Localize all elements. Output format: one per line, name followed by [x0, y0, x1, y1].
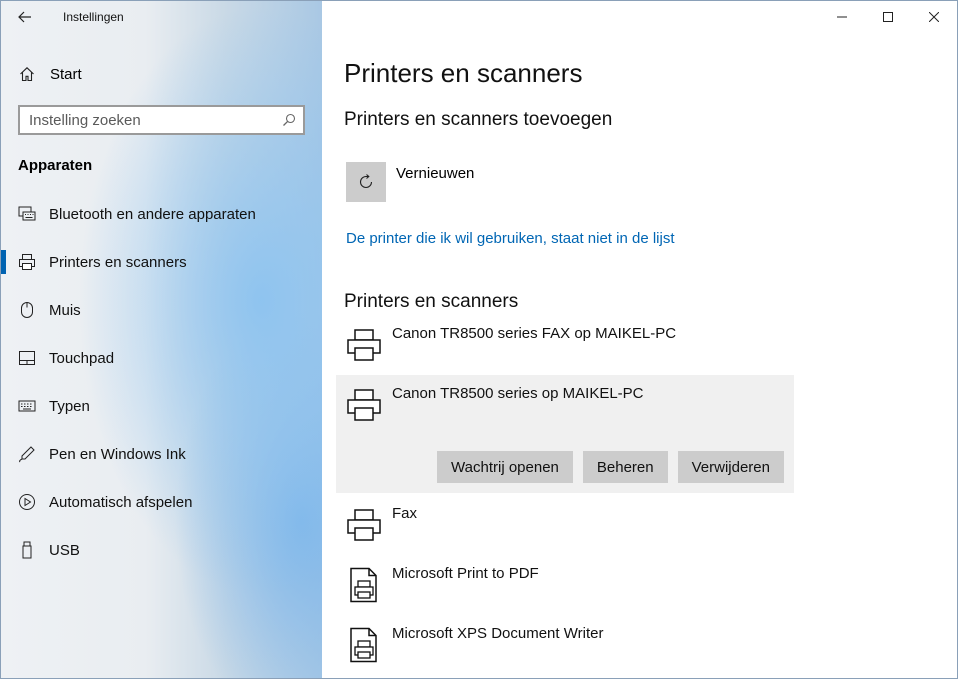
device-item[interactable]: Microsoft XPS Document Writer: [336, 615, 794, 673]
device-item-selected[interactable]: Canon TR8500 series op MAIKEL-PC Wachtri…: [336, 375, 794, 493]
printer-icon: [17, 253, 37, 271]
add-section-title: Printers en scanners toevoegen: [344, 109, 613, 130]
list-section-title: Printers en scanners: [344, 291, 519, 312]
back-button[interactable]: [1, 1, 49, 33]
refresh-tile[interactable]: [346, 162, 386, 202]
nav-home-label: Start: [50, 65, 82, 83]
title-bar: Instellingen: [1, 1, 322, 33]
sidebar-item-label: Typen: [49, 397, 90, 415]
sidebar-item-pen[interactable]: Pen en Windows Ink: [1, 430, 322, 478]
keyboard-display-icon: [17, 206, 37, 222]
sidebar-item-autoplay[interactable]: Automatisch afspelen: [1, 478, 322, 526]
search-input[interactable]: [20, 111, 270, 129]
keyboard-icon: [17, 400, 37, 412]
back-arrow-icon: [18, 11, 31, 23]
device-item[interactable]: Canon TR8500 series FAX op MAIKEL-PC: [336, 315, 794, 373]
device-name: Microsoft Print to PDF: [392, 565, 539, 582]
home-icon: [17, 66, 37, 82]
device-name: Canon TR8500 series op MAIKEL-PC: [392, 385, 644, 402]
sidebar-item-label: Pen en Windows Ink: [49, 445, 186, 463]
sidebar-item-usb[interactable]: USB: [1, 526, 322, 574]
search-icon[interactable]: [282, 113, 296, 132]
sidebar-item-label: Printers en scanners: [49, 253, 187, 271]
missing-printer-link[interactable]: De printer die ik wil gebruiken, staat n…: [346, 230, 675, 247]
sidebar-item-label: Muis: [49, 301, 81, 319]
sidebar-item-typing[interactable]: Typen: [1, 382, 322, 430]
printer-icon: [346, 505, 382, 545]
document-printer-icon: [346, 625, 382, 665]
device-item[interactable]: Fax: [336, 495, 794, 553]
app-title: Instellingen: [63, 10, 124, 24]
printer-icon: [346, 325, 382, 365]
open-queue-button[interactable]: Wachtrij openen: [437, 451, 573, 483]
manage-button[interactable]: Beheren: [582, 451, 668, 483]
search-box: [18, 105, 305, 135]
device-name: Canon TR8500 series FAX op MAIKEL-PC: [392, 325, 677, 342]
pen-icon: [17, 445, 37, 463]
device-actions: Wachtrij openen Beheren Verwijderen: [437, 451, 784, 483]
device-name: Microsoft XPS Document Writer: [392, 625, 604, 642]
sidebar: Instellingen Start Apparaten Bluetooth e…: [1, 1, 322, 678]
touchpad-icon: [17, 350, 37, 366]
page-title: Printers en scanners: [344, 58, 583, 88]
nav-home[interactable]: Start: [1, 57, 322, 91]
sidebar-item-bluetooth[interactable]: Bluetooth en andere apparaten: [1, 190, 322, 238]
sidebar-item-label: Automatisch afspelen: [49, 493, 193, 511]
refresh-row[interactable]: Vernieuwen: [346, 162, 474, 202]
device-name: Fax: [392, 505, 418, 522]
main-content: Printers en scanners Printers en scanner…: [322, 1, 957, 678]
sidebar-item-label: Bluetooth en andere apparaten: [49, 205, 256, 223]
sidebar-item-touchpad[interactable]: Touchpad: [1, 334, 322, 382]
mouse-icon: [17, 301, 37, 319]
sidebar-item-mouse[interactable]: Muis: [1, 286, 322, 334]
usb-icon: [17, 541, 37, 559]
refresh-icon: [359, 174, 373, 189]
settings-window: Instellingen Start Apparaten Bluetooth e…: [0, 0, 958, 679]
sidebar-item-printers[interactable]: Printers en scanners: [1, 238, 322, 286]
remove-button[interactable]: Verwijderen: [677, 451, 784, 483]
sidebar-section-title: Apparaten: [18, 157, 93, 174]
refresh-label: Vernieuwen: [396, 165, 475, 182]
autoplay-icon: [17, 493, 37, 511]
device-item[interactable]: Microsoft Print to PDF: [336, 555, 794, 613]
sidebar-item-label: USB: [49, 541, 80, 559]
sidebar-item-label: Touchpad: [49, 349, 115, 367]
document-printer-icon: [346, 565, 382, 605]
printer-icon: [346, 385, 382, 425]
sidebar-nav: Bluetooth en andere apparaten Printers e…: [1, 190, 322, 574]
